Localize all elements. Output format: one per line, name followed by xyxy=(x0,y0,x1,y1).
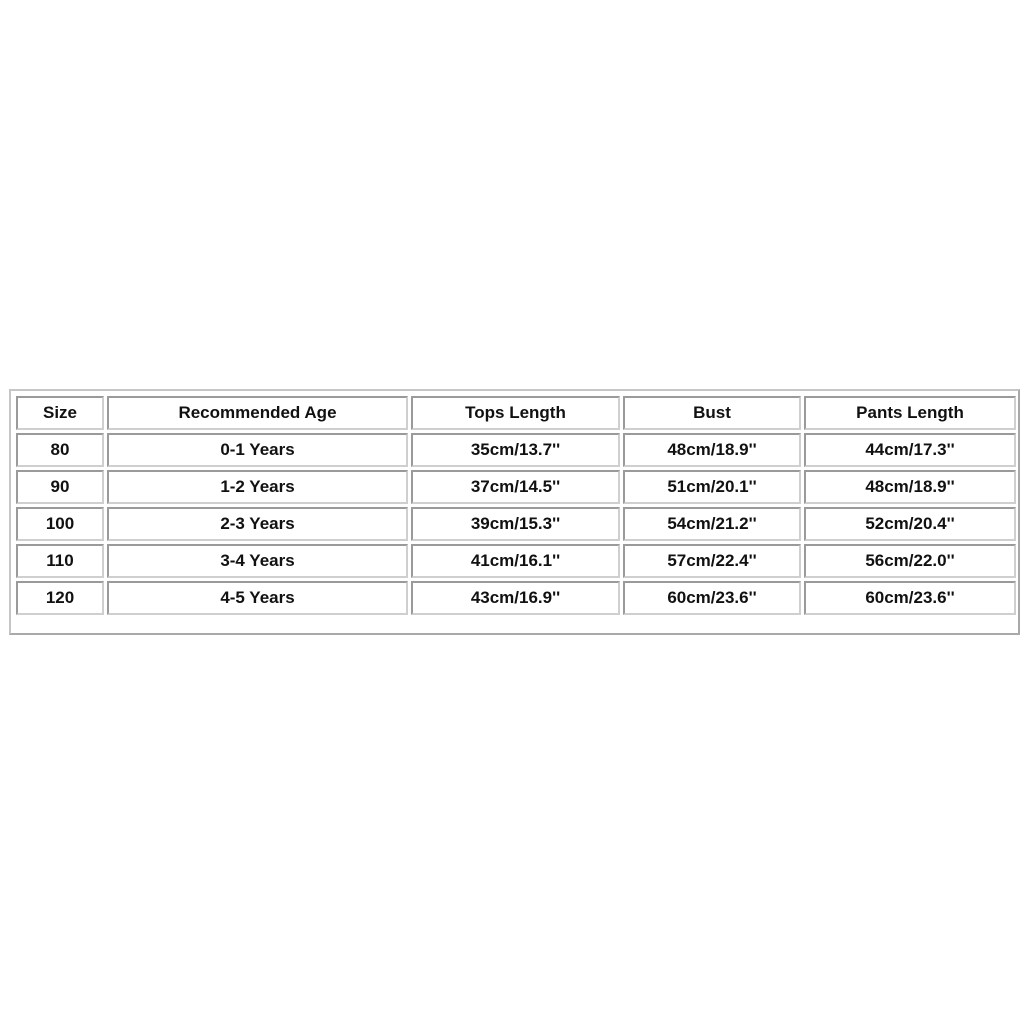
cell-bust: 57cm/22.4'' xyxy=(623,544,801,578)
header-bust: Bust xyxy=(623,396,801,430)
cell-bust: 51cm/20.1'' xyxy=(623,470,801,504)
table-row: 110 3-4 Years 41cm/16.1'' 57cm/22.4'' 56… xyxy=(16,544,1016,578)
cell-pants-length: 60cm/23.6'' xyxy=(804,581,1016,615)
cell-pants-length: 56cm/22.0'' xyxy=(804,544,1016,578)
cell-tops-length: 35cm/13.7'' xyxy=(411,433,620,467)
cell-recommended-age: 1-2 Years xyxy=(107,470,408,504)
table-row: 100 2-3 Years 39cm/15.3'' 54cm/21.2'' 52… xyxy=(16,507,1016,541)
header-pants-length: Pants Length xyxy=(804,396,1016,430)
header-size: Size xyxy=(16,396,104,430)
size-chart: Size Recommended Age Tops Length Bust Pa… xyxy=(9,389,1020,635)
cell-bust: 60cm/23.6'' xyxy=(623,581,801,615)
header-row: Size Recommended Age Tops Length Bust Pa… xyxy=(16,396,1016,430)
header-recommended-age: Recommended Age xyxy=(107,396,408,430)
cell-size: 110 xyxy=(16,544,104,578)
cell-recommended-age: 3-4 Years xyxy=(107,544,408,578)
table-row: 90 1-2 Years 37cm/14.5'' 51cm/20.1'' 48c… xyxy=(16,470,1016,504)
cell-pants-length: 44cm/17.3'' xyxy=(804,433,1016,467)
cell-tops-length: 37cm/14.5'' xyxy=(411,470,620,504)
cell-recommended-age: 0-1 Years xyxy=(107,433,408,467)
cell-pants-length: 48cm/18.9'' xyxy=(804,470,1016,504)
cell-recommended-age: 4-5 Years xyxy=(107,581,408,615)
cell-size: 90 xyxy=(16,470,104,504)
table-row: 80 0-1 Years 35cm/13.7'' 48cm/18.9'' 44c… xyxy=(16,433,1016,467)
cell-size: 80 xyxy=(16,433,104,467)
cell-tops-length: 43cm/16.9'' xyxy=(411,581,620,615)
cell-tops-length: 39cm/15.3'' xyxy=(411,507,620,541)
size-chart-table: Size Recommended Age Tops Length Bust Pa… xyxy=(13,393,1019,618)
header-tops-length: Tops Length xyxy=(411,396,620,430)
cell-pants-length: 52cm/20.4'' xyxy=(804,507,1016,541)
cell-size: 100 xyxy=(16,507,104,541)
cell-bust: 54cm/21.2'' xyxy=(623,507,801,541)
cell-recommended-age: 2-3 Years xyxy=(107,507,408,541)
cell-size: 120 xyxy=(16,581,104,615)
cell-tops-length: 41cm/16.1'' xyxy=(411,544,620,578)
table-row: 120 4-5 Years 43cm/16.9'' 60cm/23.6'' 60… xyxy=(16,581,1016,615)
cell-bust: 48cm/18.9'' xyxy=(623,433,801,467)
